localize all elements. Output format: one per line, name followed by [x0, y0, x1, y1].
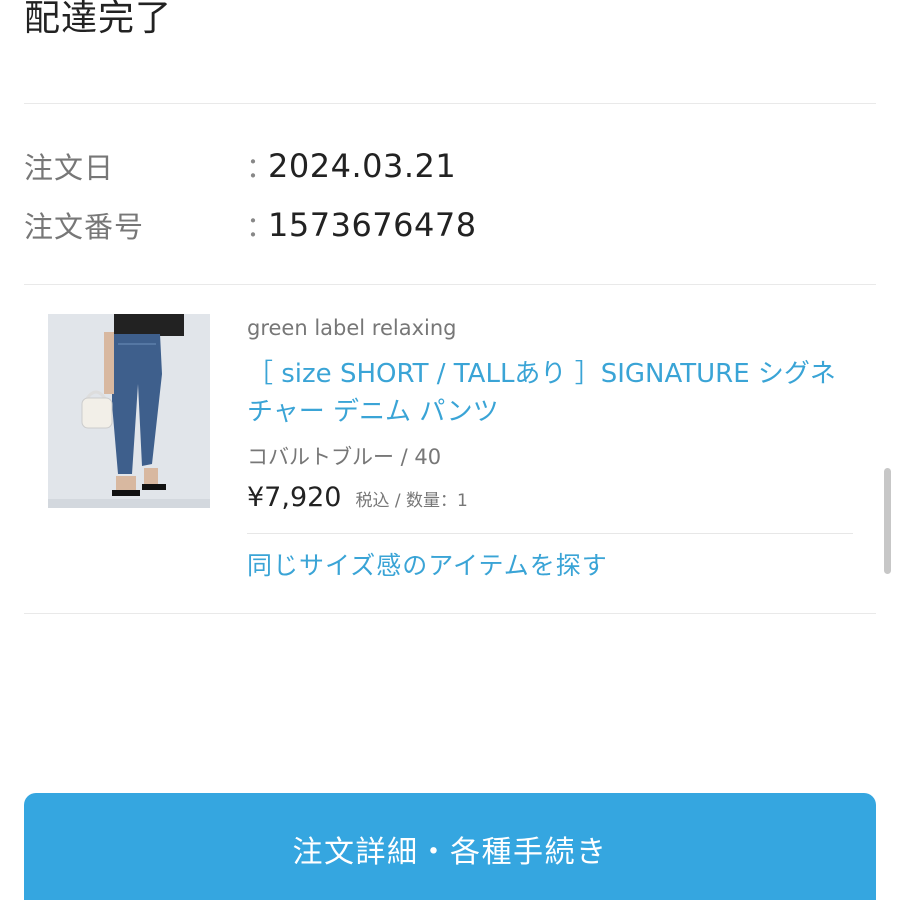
divider [24, 613, 876, 614]
product-brand: green label relaxing [247, 316, 457, 340]
order-date-colon: ： [246, 151, 275, 184]
price-row: ¥7,920 税込 / 数量：1 [247, 482, 468, 513]
order-number-colon: ： [246, 210, 275, 243]
tax-quantity: 税込 / 数量：1 [355, 491, 468, 511]
product-photo-icon [48, 314, 210, 508]
order-date-row: 注文日 ： 2024.03.21 [24, 146, 456, 186]
order-details-button[interactable]: 注文詳細・各種手続き [24, 793, 876, 900]
divider [24, 284, 876, 285]
scrollbar[interactable] [884, 468, 891, 574]
order-date-value: 2024.03.21 [268, 147, 457, 185]
find-similar-size-link[interactable]: 同じサイズ感のアイテムを探す [247, 546, 608, 582]
divider [247, 533, 853, 534]
product-name-link[interactable]: ［ size SHORT / TALLあり ］SIGNATURE シグネチャー … [247, 355, 857, 431]
order-number-row: 注文番号 ： 1573676478 [24, 205, 477, 245]
order-date-label: 注文日 [24, 151, 115, 185]
product-image[interactable] [48, 314, 210, 508]
delivery-status-title: 配達完了 [24, 0, 173, 39]
divider [24, 103, 876, 104]
order-number-value: 1573676478 [268, 206, 477, 244]
order-details-button-label: 注文詳細・各種手続き [292, 835, 608, 870]
product-variant: コバルトブルー / 40 [247, 445, 442, 469]
order-number-label: 注文番号 [24, 210, 145, 244]
product-price: ¥7,920 [247, 482, 342, 513]
order-page: 配達完了 注文日 ： 2024.03.21 注文番号 ： 1573676478 [0, 0, 900, 900]
